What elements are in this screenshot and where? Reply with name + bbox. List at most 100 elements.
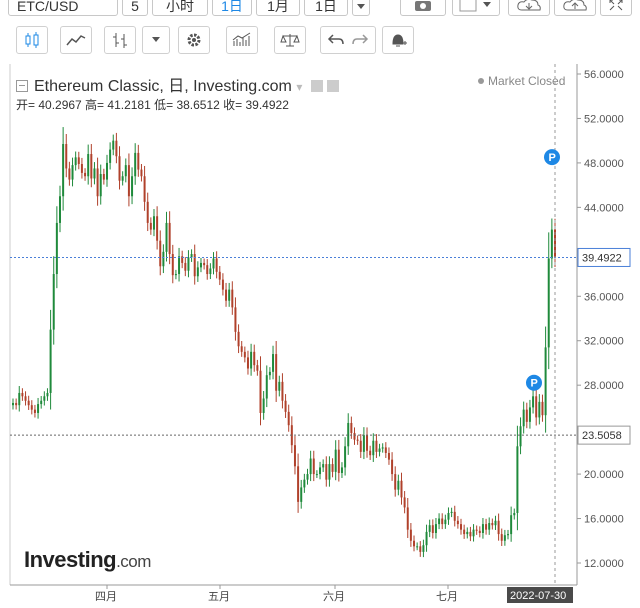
candle-body xyxy=(516,446,519,513)
candle-body xyxy=(93,168,96,179)
candle-body xyxy=(413,540,416,547)
candle-body xyxy=(196,267,199,277)
candle-body xyxy=(159,240,162,267)
fullscreen-button[interactable] xyxy=(600,0,632,16)
candle-body xyxy=(77,157,80,165)
settings-button[interactable] xyxy=(178,26,210,54)
candle-body xyxy=(434,524,437,533)
candle-body xyxy=(431,525,434,533)
compare-button[interactable] xyxy=(274,26,306,54)
candle-body xyxy=(30,405,33,410)
candle-body xyxy=(525,409,528,422)
candle-body xyxy=(469,531,472,537)
chart-type-dropdown[interactable] xyxy=(142,26,170,54)
candle-body xyxy=(149,222,152,230)
candle-body xyxy=(199,262,202,268)
redo-button[interactable] xyxy=(344,26,376,54)
candle-body xyxy=(315,474,318,476)
candle-body xyxy=(447,512,450,520)
alerts-button[interactable] xyxy=(382,26,414,54)
candle-body xyxy=(74,157,77,166)
candle-body xyxy=(259,370,262,413)
candle-body xyxy=(281,381,284,401)
x-tick-label: 四月 xyxy=(95,591,117,603)
candle-body xyxy=(450,511,453,513)
period-dropdown-button[interactable] xyxy=(352,0,370,16)
candle-body xyxy=(40,400,43,405)
y-tick-label: 44.0000 xyxy=(584,202,624,214)
candle-body xyxy=(478,530,481,533)
indicators-icon xyxy=(232,32,251,46)
candle-body xyxy=(378,448,381,452)
redo-arrow-icon xyxy=(351,34,368,45)
title-dropdown-icon[interactable]: ▾ xyxy=(296,80,302,94)
candle-body xyxy=(309,458,312,475)
candles-style-button[interactable] xyxy=(16,26,48,54)
status-dot-icon xyxy=(478,78,484,84)
period-month-button[interactable]: 1月 xyxy=(256,0,300,16)
x-tick-label: 六月 xyxy=(323,590,345,603)
candle-body xyxy=(124,165,127,177)
candle-body xyxy=(306,474,309,480)
cloud-save-button[interactable] xyxy=(508,0,550,16)
candle-body xyxy=(312,458,315,475)
candle-body xyxy=(250,351,253,369)
interval-unit-button[interactable]: 小时 xyxy=(152,0,208,16)
layout-button[interactable] xyxy=(452,0,500,16)
indicators-button[interactable] xyxy=(226,26,258,54)
candlestick-chart[interactable]: 12.000016.000020.000024.000028.000032.00… xyxy=(0,60,640,603)
candle-body xyxy=(293,445,296,467)
candle-body xyxy=(403,497,406,508)
candle-body xyxy=(146,201,149,223)
candle-body xyxy=(121,176,124,181)
candle-body xyxy=(422,545,425,552)
undo-arrow-icon xyxy=(327,34,344,45)
candle-body xyxy=(325,464,328,480)
collapse-icon[interactable] xyxy=(16,80,28,92)
candle-body xyxy=(134,152,137,177)
symbol-input[interactable]: ETC/USD xyxy=(8,0,118,16)
candle-body xyxy=(381,447,384,449)
candle-body xyxy=(328,464,331,480)
interval-value-button[interactable]: 5 xyxy=(122,0,148,16)
candle-body xyxy=(152,216,155,230)
candle-body xyxy=(49,329,52,393)
layout-dropdown-icon xyxy=(459,0,491,12)
line-style-button[interactable] xyxy=(60,26,92,54)
cloud-download-icon xyxy=(517,0,541,11)
candle-body xyxy=(356,439,359,441)
candle-body xyxy=(466,531,469,535)
candle-body xyxy=(331,464,334,472)
candle-body xyxy=(46,392,49,397)
candle-body xyxy=(541,401,544,416)
candle-body xyxy=(143,176,146,202)
cloud-load-button[interactable] xyxy=(554,0,596,16)
candle-body xyxy=(394,474,397,490)
candle-body xyxy=(246,357,249,369)
candle-body xyxy=(96,168,99,197)
y-tick-label: 12.0000 xyxy=(584,558,624,570)
candle-body xyxy=(33,409,36,413)
candle-body xyxy=(272,354,275,372)
period-day-button[interactable]: 1日 xyxy=(212,0,252,16)
candle-body xyxy=(137,152,140,170)
candle-body xyxy=(384,447,387,453)
candle-body xyxy=(485,524,488,530)
candle-body xyxy=(532,396,535,408)
candle-body xyxy=(369,450,372,456)
candle-body xyxy=(353,432,356,440)
candle-body xyxy=(340,467,343,473)
snapshot-button[interactable] xyxy=(400,0,446,16)
candle-body xyxy=(221,279,224,290)
period-day2-button[interactable]: 1日 xyxy=(304,0,348,16)
visibility-icon[interactable] xyxy=(310,80,323,92)
settings-icon[interactable] xyxy=(327,80,340,92)
candle-body xyxy=(12,402,14,406)
y-tick-label: 20.0000 xyxy=(584,469,624,481)
chart-area[interactable]: 12.000016.000020.000024.000028.000032.00… xyxy=(0,60,640,603)
event-marker-label: P xyxy=(549,152,556,164)
candle-body xyxy=(87,154,90,177)
y-tick-label: 36.0000 xyxy=(584,291,624,303)
candle-body xyxy=(228,289,231,301)
bars-style-button[interactable] xyxy=(104,26,136,54)
